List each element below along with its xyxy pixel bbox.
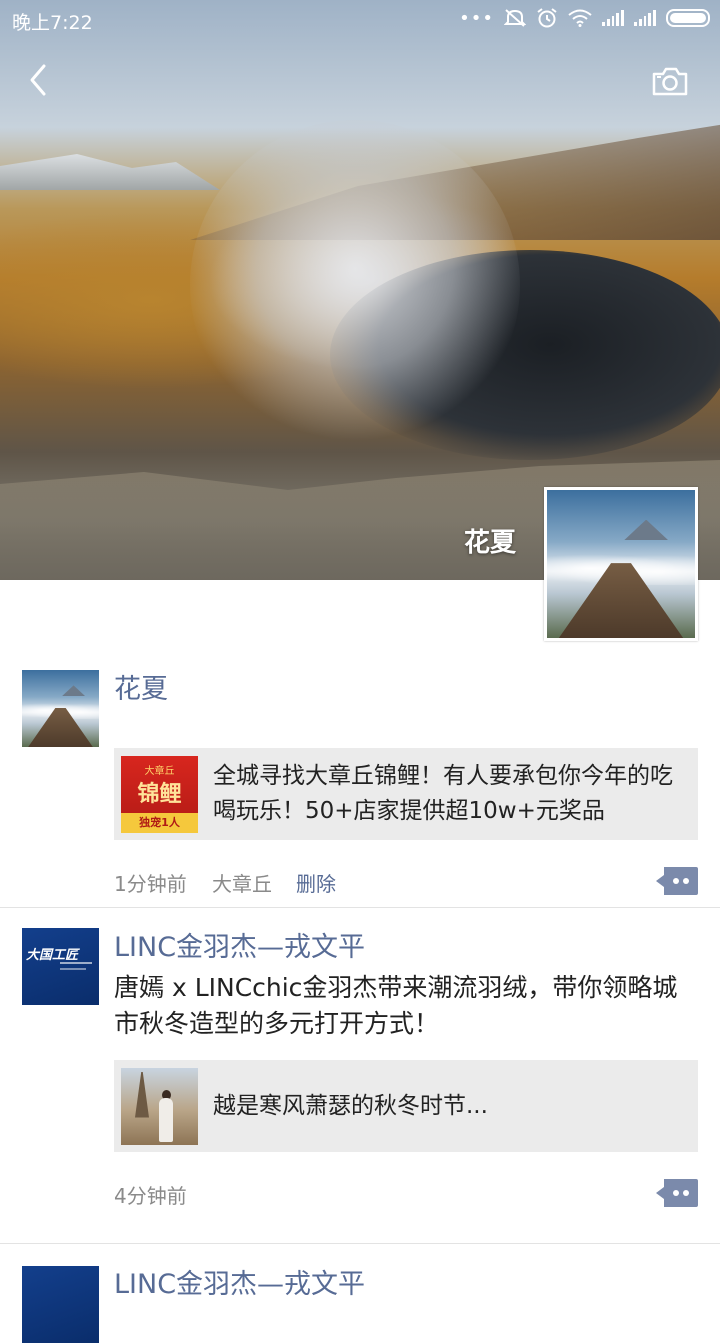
post-location[interactable]: 大章丘 xyxy=(212,868,272,897)
comment-button[interactable] xyxy=(656,867,698,895)
thumb-text-bottom: 独宠1人 xyxy=(121,812,198,833)
thumb-text-top: 大章丘 xyxy=(144,765,175,777)
post-author[interactable]: LINC金羽杰—戎文平 xyxy=(114,928,698,968)
link-card[interactable]: 越是寒风萧瑟的秋冬时节... xyxy=(114,1060,698,1152)
status-bar: 晚上7:22 ••• xyxy=(0,0,720,36)
comment-dots-icon xyxy=(656,1179,698,1207)
post-time: 4分钟前 xyxy=(114,1184,187,1208)
post-text: 唐嫣 x LINCchic金羽杰带来潮流羽绒，带你领略城市秋冬造型的多元打开方式… xyxy=(114,973,678,1038)
link-card[interactable]: 大章丘 锦鲤 独宠1人 全城寻找大章丘锦鲤！有人要承包你今年的吃喝玩乐！50+店… xyxy=(114,748,698,840)
more-dots-icon: ••• xyxy=(459,7,494,29)
avatar[interactable]: 大国工匠 xyxy=(22,928,99,1005)
comment-dots-icon xyxy=(656,867,698,895)
signal-icon-1 xyxy=(602,10,624,26)
signal-icon-2 xyxy=(634,10,656,26)
avatar[interactable] xyxy=(22,670,99,747)
thumb-text-main: 锦鲤 xyxy=(137,781,182,807)
volcano-image xyxy=(547,490,695,638)
status-icons: ••• xyxy=(459,7,710,29)
post-author[interactable]: 花夏 xyxy=(114,670,698,710)
moments-feed: 花夏 大章丘 锦鲤 独宠1人 全城寻找大章丘锦鲤！有人要承包你今年的吃喝玩乐！5… xyxy=(0,650,720,1343)
profile-name[interactable]: 花夏 xyxy=(464,522,516,559)
post-meta: 4分钟前 xyxy=(0,1152,720,1242)
linc-logo: 大国工匠 xyxy=(22,928,99,1005)
status-time: 晚上7:22 xyxy=(12,12,93,34)
camera-icon xyxy=(652,67,688,96)
linc-logo xyxy=(22,1266,99,1343)
cover-steam xyxy=(190,120,520,450)
link-title: 全城寻找大章丘锦鲤！有人要承包你今年的吃喝玩乐！50+店家提供超10w+元奖品 xyxy=(213,763,673,824)
feed-post: LINC金羽杰—戎文平 xyxy=(0,1244,720,1343)
avatar-text: 大国工匠 xyxy=(26,948,79,963)
link-thumbnail xyxy=(121,1067,198,1145)
wifi-icon xyxy=(568,9,592,27)
chevron-left-icon xyxy=(30,64,46,96)
feed-post: 大国工匠 LINC金羽杰—戎文平 唐嫣 x LINCchic金羽杰带来潮流羽绒，… xyxy=(0,908,720,1244)
link-thumbnail: 大章丘 锦鲤 独宠1人 xyxy=(121,755,198,833)
battery-icon xyxy=(666,9,710,27)
avatar[interactable] xyxy=(22,1266,99,1343)
post-time: 1分钟前 xyxy=(114,872,187,896)
cover-mountain xyxy=(0,154,220,190)
alarm-icon xyxy=(537,8,557,28)
mute-icon xyxy=(504,9,526,27)
camera-button[interactable] xyxy=(650,62,690,102)
feed-post: 花夏 大章丘 锦鲤 独宠1人 全城寻找大章丘锦鲤！有人要承包你今年的吃喝玩乐！5… xyxy=(0,650,720,908)
comment-button[interactable] xyxy=(656,1179,698,1207)
volcano-image xyxy=(22,670,99,747)
post-author[interactable]: LINC金羽杰—戎文平 xyxy=(114,1262,698,1301)
link-title: 越是寒风萧瑟的秋冬时节... xyxy=(213,1092,488,1119)
profile-avatar[interactable] xyxy=(544,487,698,641)
delete-link[interactable]: 删除 xyxy=(296,868,336,897)
back-button[interactable] xyxy=(22,60,62,100)
